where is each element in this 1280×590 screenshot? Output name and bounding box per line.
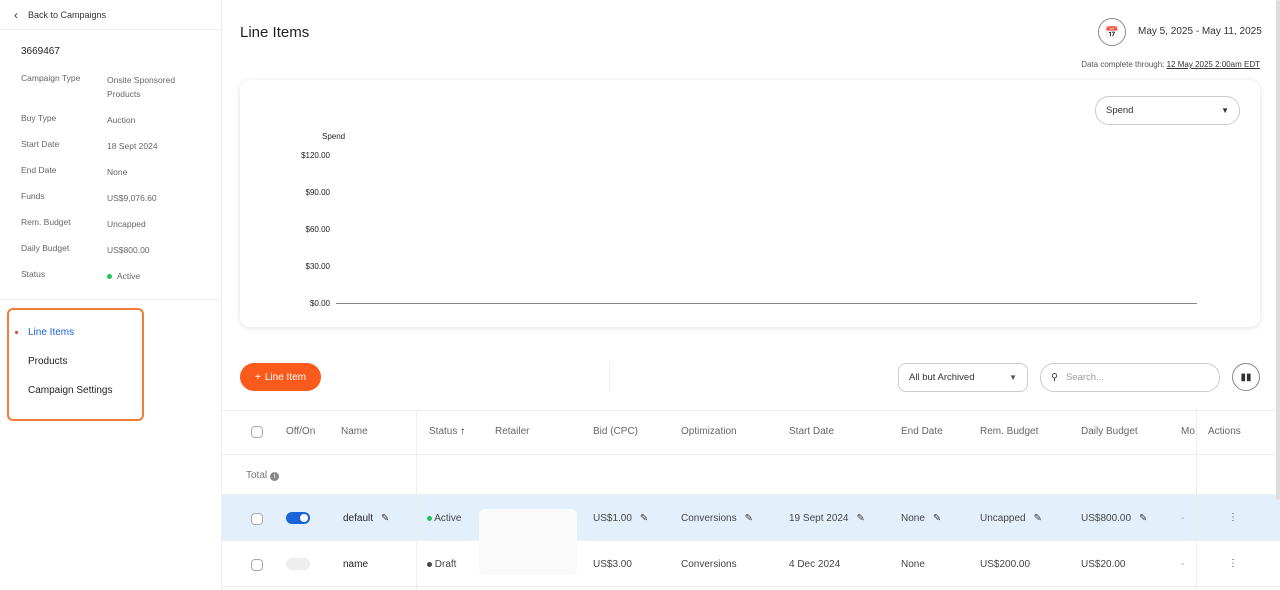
- total-label: Total i: [246, 470, 279, 481]
- col-off-on: Off/On: [286, 426, 316, 437]
- info-daily-budget: Daily Budget US$800.00: [21, 243, 150, 255]
- row-name[interactable]: default ✎: [343, 513, 389, 524]
- col-status[interactable]: Status ↑: [429, 426, 465, 437]
- edit-icon: ✎: [639, 513, 649, 524]
- col-actions: Actions: [1208, 426, 1241, 437]
- select-all-checkbox[interactable]: [251, 426, 263, 438]
- row-toggle-off[interactable]: [286, 558, 310, 570]
- metric-select[interactable]: Spend ▼: [1095, 96, 1240, 125]
- edit-icon: ✎: [1033, 513, 1042, 524]
- col-retailer[interactable]: Retailer: [495, 426, 529, 437]
- row-status: Active: [427, 513, 461, 524]
- search-input[interactable]: ⚲ Search...: [1040, 363, 1220, 392]
- page-title: Line Items: [240, 24, 310, 41]
- columns-icon: ▮▮: [1240, 371, 1252, 383]
- row-actions-menu-icon[interactable]: ⋮: [1228, 558, 1238, 569]
- row-mo: -: [1181, 513, 1185, 524]
- info-icon: i: [269, 472, 279, 481]
- row-checkbox[interactable]: [251, 559, 263, 571]
- col-name[interactable]: Name: [341, 426, 368, 437]
- row-bid: US$3.00: [593, 559, 632, 570]
- y-tick: $30.00: [305, 262, 330, 271]
- caret-down-icon: ▼: [1221, 106, 1229, 115]
- row-status: Draft: [427, 559, 456, 570]
- y-tick: $120.00: [301, 151, 330, 160]
- y-tick: $60.00: [305, 225, 330, 234]
- data-complete: Data complete through: 12 May 2025 2:00a…: [1081, 60, 1260, 69]
- sort-up-icon: ↑: [460, 426, 466, 437]
- col-end-date[interactable]: End Date: [901, 426, 943, 437]
- plus-icon: +: [255, 371, 261, 383]
- col-rem-budget[interactable]: Rem. Budget: [980, 426, 1038, 437]
- row-daily-budget[interactable]: US$800.00 ✎: [1081, 513, 1147, 524]
- date-range[interactable]: May 5, 2025 - May 11, 2025: [1138, 26, 1262, 37]
- divider: [416, 410, 417, 590]
- back-label: Back to Campaigns: [28, 9, 107, 20]
- sidebar: ‹ Back to Campaigns 3669467 Campaign Type…: [0, 0, 222, 590]
- scrollbar[interactable]: [1276, 0, 1280, 500]
- row-actions-menu-icon[interactable]: ⋮: [1228, 512, 1238, 523]
- calendar-icon: 📅: [1105, 26, 1119, 39]
- info-rem-budget: Rem. Budget Uncapped: [21, 217, 146, 229]
- col-daily-budget[interactable]: Daily Budget: [1081, 426, 1138, 437]
- chevron-left-icon: ‹: [14, 7, 18, 22]
- spend-series-line: [336, 303, 1197, 304]
- divider: [609, 363, 610, 391]
- row-rem-budget[interactable]: Uncapped ✎: [980, 513, 1042, 524]
- campaign-id: 3669467: [21, 46, 60, 57]
- status-dot-icon: [107, 274, 112, 279]
- col-bid[interactable]: Bid (CPC): [593, 426, 638, 437]
- row-name[interactable]: name: [343, 559, 368, 570]
- y-axis-label: Spend: [322, 132, 346, 141]
- edit-icon: ✎: [856, 513, 865, 524]
- nav-line-items[interactable]: Line Items: [15, 327, 74, 338]
- col-start-date[interactable]: Start Date: [789, 426, 834, 437]
- status-filter-select[interactable]: All but Archived ▼: [898, 363, 1028, 392]
- chart-card: Spend ▼ Spend $120.00 $90.00 $60.00 $30.0…: [240, 80, 1260, 327]
- row-end-date[interactable]: None ✎: [901, 513, 941, 524]
- info-buy-type: Buy Type Auction: [21, 113, 136, 125]
- edit-icon: ✎: [381, 513, 390, 524]
- info-end-date: End Date None: [21, 165, 128, 177]
- info-campaign-type: Campaign Type Onsite Sponsored Products: [21, 73, 176, 99]
- row-daily-budget: US$20.00: [1081, 559, 1126, 570]
- row-start-date[interactable]: 19 Sept 2024 ✎: [789, 513, 865, 524]
- row-optimization: Conversions: [681, 559, 737, 570]
- back-to-campaigns-link[interactable]: ‹ Back to Campaigns: [0, 0, 222, 30]
- calendar-button[interactable]: 📅: [1098, 18, 1126, 46]
- row-rem-budget: US$200.00: [980, 559, 1031, 570]
- col-mo[interactable]: Mo: [1181, 426, 1195, 437]
- row-end-date: None: [901, 559, 925, 570]
- y-tick: $90.00: [305, 188, 330, 197]
- info-status: Status Active: [21, 269, 141, 281]
- row-bid[interactable]: US$1.00 ✎: [593, 513, 648, 524]
- caret-down-icon: ▼: [1009, 373, 1017, 382]
- divider: [0, 299, 222, 300]
- edit-icon: ✎: [1139, 513, 1148, 524]
- retailer-redacted: [479, 509, 577, 575]
- row-mo: -: [1181, 559, 1185, 570]
- row-start-date: 4 Dec 2024: [789, 559, 841, 570]
- total-row: [222, 455, 1280, 495]
- search-icon: ⚲: [1051, 372, 1058, 383]
- edit-icon: ✎: [932, 513, 942, 524]
- edit-icon: ✎: [744, 513, 753, 524]
- divider: [1196, 410, 1197, 590]
- nav-highlight-box: Line Items Products Campaign Settings: [7, 308, 144, 421]
- info-funds: Funds US$9,076.60: [21, 191, 157, 203]
- nav-campaign-settings[interactable]: Campaign Settings: [28, 385, 113, 396]
- y-tick: $0.00: [309, 299, 330, 308]
- nav-products[interactable]: Products: [28, 356, 67, 367]
- row-toggle-on[interactable]: [286, 512, 310, 524]
- info-start-date: Start Date 18 Sept 2024: [21, 139, 158, 151]
- columns-button[interactable]: ▮▮: [1232, 363, 1260, 391]
- row-checkbox[interactable]: [251, 513, 263, 525]
- row-optimization[interactable]: Conversions ✎: [681, 513, 753, 524]
- col-optimization[interactable]: Optimization: [681, 426, 737, 437]
- add-line-item-button[interactable]: + Line Item: [240, 363, 321, 391]
